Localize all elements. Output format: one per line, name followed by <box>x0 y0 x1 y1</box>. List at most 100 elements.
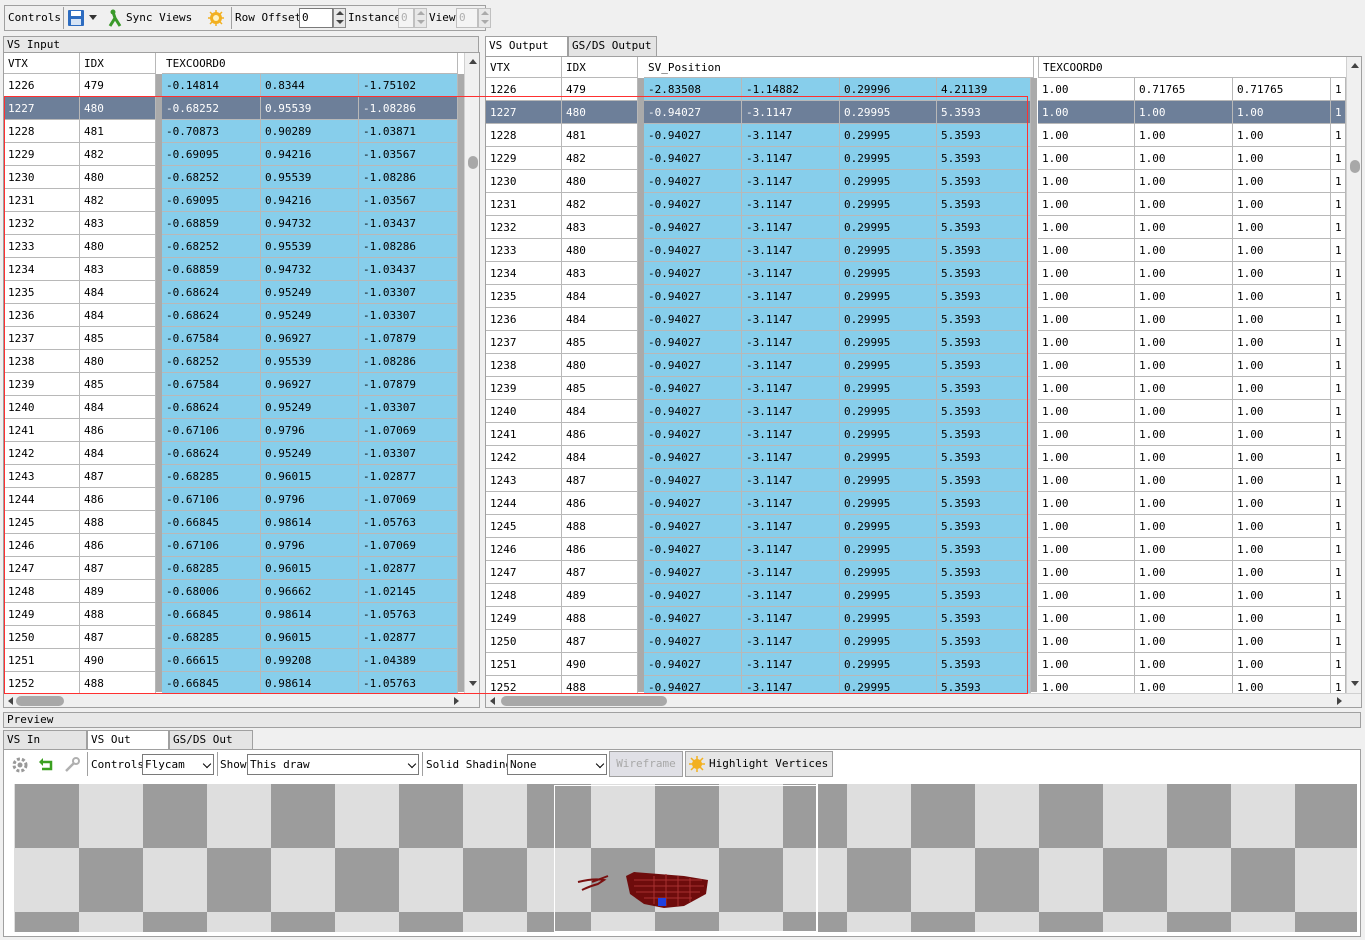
table-row-idx-cell[interactable]: 487 <box>80 557 156 580</box>
table-row-value-cell[interactable]: -0.68624 <box>162 396 261 419</box>
vs-input-hscroll-thumb[interactable] <box>16 696 64 706</box>
table-row-idx-cell[interactable]: 487 <box>562 561 638 584</box>
table-row-value-cell[interactable]: 1.00 <box>1038 446 1135 469</box>
table-row-value-cell[interactable]: -0.94027 <box>644 469 742 492</box>
table-row-value-cell[interactable]: -0.69095 <box>162 189 261 212</box>
table-row-value-cell[interactable]: 0.29995 <box>840 469 937 492</box>
table-row-value-cell[interactable]: 1 <box>1331 124 1346 147</box>
reset-camera-icon[interactable] <box>37 756 55 774</box>
table-row-value-cell[interactable]: 1.00 <box>1233 423 1331 446</box>
table-row-value-cell[interactable]: 0.99208 <box>261 649 359 672</box>
table-row-idx-cell[interactable]: 489 <box>80 580 156 603</box>
table-row-vtx-cell[interactable]: 1236 <box>486 308 562 331</box>
table-row-value-cell[interactable]: 1.00 <box>1233 124 1331 147</box>
table-row-value-cell[interactable]: 0.94216 <box>261 189 359 212</box>
table-row-value-cell[interactable]: 1.00 <box>1233 216 1331 239</box>
table-row-vtx-cell[interactable]: 1248 <box>4 580 80 603</box>
scroll-down-arrow-icon[interactable] <box>469 681 477 686</box>
table-row-value-cell[interactable]: 5.3593 <box>937 515 1031 538</box>
table-row-value-cell[interactable]: -0.94027 <box>644 561 742 584</box>
table-row-vtx-cell[interactable]: 1235 <box>4 281 80 304</box>
table-row-value-cell[interactable]: 0.96015 <box>261 557 359 580</box>
table-row-value-cell[interactable]: -3.1147 <box>742 262 840 285</box>
table-row-value-cell[interactable]: -1.08286 <box>359 97 458 120</box>
table-row-value-cell[interactable]: -0.68006 <box>162 580 261 603</box>
table-row-value-cell[interactable]: 0.29995 <box>840 239 937 262</box>
table-row-value-cell[interactable]: -1.03437 <box>359 258 458 281</box>
table-row-value-cell[interactable]: -0.68252 <box>162 166 261 189</box>
table-row-value-cell[interactable]: 1.00 <box>1038 538 1135 561</box>
table-row-value-cell[interactable]: -3.1147 <box>742 216 840 239</box>
table-row-value-cell[interactable]: 0.95539 <box>261 235 359 258</box>
table-row-value-cell[interactable]: -1.03871 <box>359 120 458 143</box>
table-row-vtx-cell[interactable]: 1239 <box>4 373 80 396</box>
table-row-vtx-cell[interactable]: 1227 <box>486 101 562 124</box>
table-row-vtx-cell[interactable]: 1234 <box>4 258 80 281</box>
table-row-value-cell[interactable]: 5.3593 <box>937 170 1031 193</box>
table-row-value-cell[interactable]: 1.00 <box>1135 331 1233 354</box>
table-row-value-cell[interactable]: -0.94027 <box>644 492 742 515</box>
table-row-value-cell[interactable]: -1.04389 <box>359 649 458 672</box>
table-row-value-cell[interactable]: -0.94027 <box>644 285 742 308</box>
table-row-value-cell[interactable]: 1.00 <box>1038 469 1135 492</box>
table-row-value-cell[interactable]: 1 <box>1331 216 1346 239</box>
table-row-value-cell[interactable]: -0.94027 <box>644 653 742 676</box>
table-row-idx-cell[interactable]: 488 <box>80 603 156 626</box>
table-row-value-cell[interactable]: 1.00 <box>1038 124 1135 147</box>
table-row-idx-cell[interactable]: 479 <box>562 78 638 101</box>
table-row-value-cell[interactable]: 0.8344 <box>261 74 359 97</box>
tab-vs-out[interactable]: VS Out <box>87 730 169 751</box>
table-row-idx-cell[interactable]: 487 <box>562 630 638 653</box>
table-row-value-cell[interactable]: -1.08286 <box>359 166 458 189</box>
table-row-value-cell[interactable]: 0.29995 <box>840 170 937 193</box>
table-row-value-cell[interactable]: -3.1147 <box>742 561 840 584</box>
table-row-vtx-cell[interactable]: 1238 <box>4 350 80 373</box>
table-row-vtx-cell[interactable]: 1247 <box>486 561 562 584</box>
table-row-value-cell[interactable]: 1.00 <box>1233 607 1331 630</box>
table-row-vtx-cell[interactable]: 1244 <box>486 492 562 515</box>
scroll-right-arrow-icon[interactable] <box>1337 697 1342 705</box>
table-row-idx-cell[interactable]: 485 <box>562 377 638 400</box>
scroll-right-arrow-icon[interactable] <box>454 697 459 705</box>
table-row-value-cell[interactable]: 0.29995 <box>840 331 937 354</box>
table-row-vtx-cell[interactable]: 1231 <box>4 189 80 212</box>
table-row-value-cell[interactable]: -3.1147 <box>742 239 840 262</box>
table-row-idx-cell[interactable]: 485 <box>80 327 156 350</box>
show-select[interactable]: This draw <box>247 754 419 775</box>
table-row-value-cell[interactable]: 0.95539 <box>261 350 359 373</box>
table-row-idx-cell[interactable]: 490 <box>562 653 638 676</box>
table-row-value-cell[interactable]: -0.94027 <box>644 515 742 538</box>
table-row-value-cell[interactable]: -3.1147 <box>742 331 840 354</box>
table-row-vtx-cell[interactable]: 1241 <box>486 423 562 446</box>
table-row-value-cell[interactable]: -1.07069 <box>359 534 458 557</box>
table-row-value-cell[interactable]: -1.03307 <box>359 304 458 327</box>
table-row-value-cell[interactable]: -0.94027 <box>644 170 742 193</box>
table-row-idx-cell[interactable]: 484 <box>80 442 156 465</box>
table-row-value-cell[interactable]: 1.00 <box>1038 377 1135 400</box>
table-row-idx-cell[interactable]: 488 <box>80 672 156 695</box>
table-row-value-cell[interactable]: -0.94027 <box>644 124 742 147</box>
table-row-value-cell[interactable]: 0.29995 <box>840 607 937 630</box>
table-row-value-cell[interactable]: -0.94027 <box>644 216 742 239</box>
vs-input-vertical-scrollbar[interactable] <box>464 53 479 693</box>
table-row-vtx-cell[interactable]: 1249 <box>486 607 562 630</box>
table-row-value-cell[interactable]: 0.29995 <box>840 492 937 515</box>
table-row-value-cell[interactable]: 0.29996 <box>840 78 937 101</box>
tab-gs-ds-output[interactable]: GS/DS Output <box>568 36 657 56</box>
table-row-value-cell[interactable]: 1.00 <box>1135 193 1233 216</box>
table-row-value-cell[interactable]: 1.00 <box>1233 446 1331 469</box>
table-row-value-cell[interactable]: 1 <box>1331 446 1346 469</box>
table-row-value-cell[interactable]: 5.3593 <box>937 561 1031 584</box>
table-row-value-cell[interactable]: 1 <box>1331 400 1346 423</box>
table-row-value-cell[interactable]: 1.00 <box>1135 653 1233 676</box>
table-row-value-cell[interactable]: 1.00 <box>1135 515 1233 538</box>
table-row-value-cell[interactable]: 1.00 <box>1038 561 1135 584</box>
table-row-value-cell[interactable]: -3.1147 <box>742 630 840 653</box>
table-row-vtx-cell[interactable]: 1246 <box>4 534 80 557</box>
table-row-value-cell[interactable]: 0.29995 <box>840 423 937 446</box>
table-row-value-cell[interactable]: -0.70873 <box>162 120 261 143</box>
table-row-value-cell[interactable]: 1 <box>1331 423 1346 446</box>
table-row-value-cell[interactable]: -0.68252 <box>162 97 261 120</box>
table-row-value-cell[interactable]: 0.95249 <box>261 396 359 419</box>
table-row-value-cell[interactable]: 1.00 <box>1233 653 1331 676</box>
